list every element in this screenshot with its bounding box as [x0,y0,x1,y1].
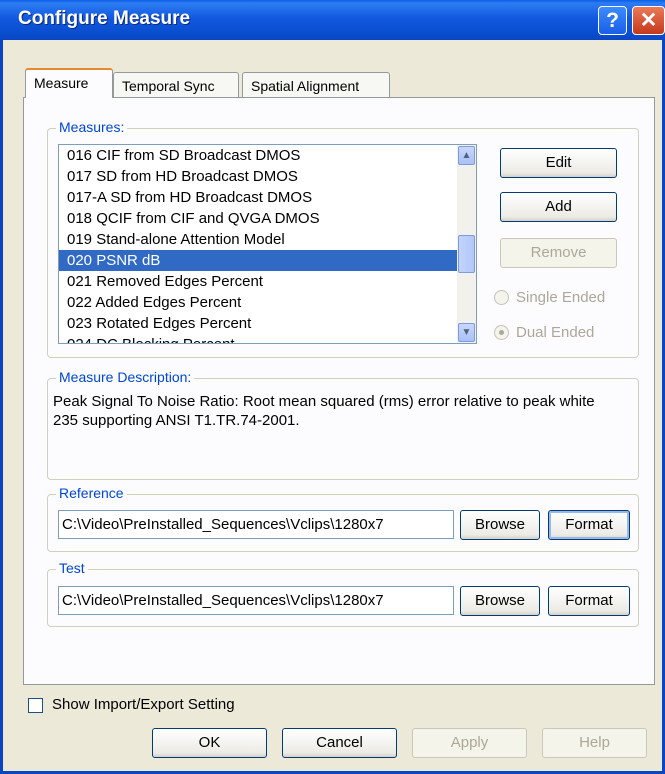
scroll-down-icon[interactable]: ▼ [458,323,475,342]
show-import-export-checkbox[interactable] [28,698,43,713]
help-dialog-button[interactable]: Help [542,728,647,758]
reference-path-field[interactable]: C:\Video\PreInstalled_Sequences\Vclips\1… [58,510,454,539]
dual-ended-radio[interactable] [494,325,509,340]
close-button[interactable]: ✕ [632,6,665,35]
list-item[interactable]: 024 DC Blocking Percent [59,334,476,343]
window-title: Configure Measure [18,8,191,29]
tab-temporal-sync[interactable]: Temporal Sync [113,72,239,98]
test-path-field[interactable]: C:\Video\PreInstalled_Sequences\Vclips\1… [58,586,454,615]
single-ended-label: Single Ended [516,289,606,306]
add-button[interactable]: Add [500,192,617,222]
remove-button[interactable]: Remove [500,238,617,268]
ok-button[interactable]: OK [152,728,267,758]
dual-ended-label: Dual Ended [516,324,595,341]
help-button[interactable]: ? [598,6,627,35]
scroll-thumb[interactable] [458,235,475,273]
list-item[interactable]: 019 Stand-alone Attention Model [59,229,476,250]
scroll-up-icon[interactable]: ▲ [458,146,475,165]
list-item-selected[interactable]: 020 PSNR dB [59,250,476,271]
reference-legend: Reference [56,485,127,501]
measures-legend: Measures: [56,119,128,135]
list-item[interactable]: 017 SD from HD Broadcast DMOS [59,166,476,187]
radio-dot-icon [499,330,504,335]
list-item[interactable]: 016 CIF from SD Broadcast DMOS [59,145,476,166]
vertical-scrollbar[interactable]: ▲ ▼ [457,145,476,343]
description-legend: Measure Description: [56,369,195,385]
test-legend: Test [56,560,88,576]
apply-button[interactable]: Apply [412,728,527,758]
edit-button[interactable]: Edit [500,148,617,178]
test-browse-button[interactable]: Browse [460,586,540,616]
single-ended-radio[interactable] [494,290,509,305]
tab-measure[interactable]: Measure [25,68,113,98]
list-item[interactable]: 023 Rotated Edges Percent [59,313,476,334]
cancel-button[interactable]: Cancel [282,728,397,758]
measures-listbox[interactable]: 016 CIF from SD Broadcast DMOS 017 SD fr… [58,144,477,344]
tab-spatial-alignment[interactable]: Spatial Alignment [242,72,390,98]
reference-browse-button[interactable]: Browse [460,510,540,540]
list-item[interactable]: 021 Removed Edges Percent [59,271,476,292]
measure-description: Peak Signal To Noise Ratio: Root mean sq… [53,393,595,429]
list-item[interactable]: 017-A SD from HD Broadcast DMOS [59,187,476,208]
list-item[interactable]: 022 Added Edges Percent [59,292,476,313]
reference-format-button[interactable]: Format [548,510,630,540]
show-import-export-label: Show Import/Export Setting [52,696,235,713]
test-format-button[interactable]: Format [548,586,630,616]
title-bar[interactable]: Configure Measure ? ✕ [0,0,665,40]
list-item[interactable]: 018 QCIF from CIF and QVGA DMOS [59,208,476,229]
